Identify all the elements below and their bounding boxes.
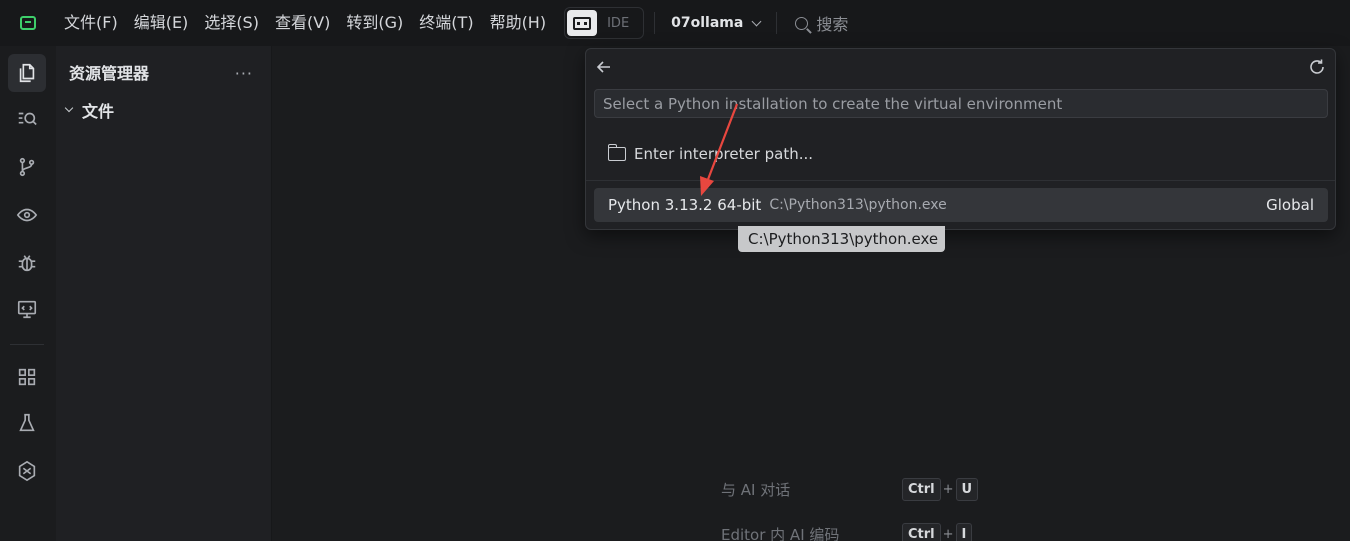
files-icon[interactable] [8,54,46,92]
menu-bar: 文件(F) 编辑(E) 选择(S) 查看(V) 转到(G) 终端(T) 帮助(H… [56,0,554,46]
key-badge: Ctrl [902,478,941,501]
shortcut-chat: 与 AI 对话 Ctrl + U [721,478,979,501]
menu-edit[interactable]: 编辑(E) [126,0,197,46]
folder-icon [607,144,626,161]
preview-icon[interactable] [8,196,46,234]
explorer-sidebar: 资源管理器 ··· 文件 [56,46,272,541]
python-interpreter-option[interactable]: Python 3.13.2 64-bit C:\Python313\python… [594,188,1328,222]
quick-pick-divider [586,180,1335,181]
enter-interpreter-path-option[interactable]: Enter interpreter path... [607,144,814,163]
app-logo-icon [0,0,56,46]
folder-name: 文件 [82,102,115,121]
debug-icon[interactable] [8,244,46,282]
sidebar-title: 资源管理器 [69,64,150,83]
enter-path-label: Enter interpreter path... [634,145,814,163]
menu-help[interactable]: 帮助(H) [482,0,555,46]
folder-tree-item[interactable]: 文件 [64,98,114,122]
shortcut-label: Editor 内 AI 编码 [721,526,840,541]
titlebar-divider [654,12,656,34]
mode-switch: IDE [564,7,645,39]
menu-go[interactable]: 转到(G) [338,0,411,46]
workspace-name: 07ollama [671,15,744,31]
activity-bar [0,46,54,541]
interpreter-label: Python 3.13.2 64-bit [608,196,762,214]
ide-mode-button[interactable]: IDE [597,16,641,31]
key-badge: Ctrl [902,523,941,541]
interpreter-path: C:\Python313\python.exe [769,197,947,213]
key-badge: U [955,478,979,501]
more-icon[interactable]: ··· [235,64,253,83]
key-plus: + [942,527,954,541]
quick-pick: Enter interpreter path... Python 3.13.2 … [585,48,1336,230]
search-icon [795,16,809,30]
extensions-icon[interactable] [8,358,46,396]
shortcut-label: 与 AI 对话 [721,481,791,499]
source-control-icon[interactable] [8,148,46,186]
global-search[interactable]: 搜索 [787,11,848,35]
builder-mode-button[interactable] [567,10,598,36]
search-icon[interactable] [8,100,46,138]
search-label: 搜索 [816,15,849,34]
refresh-icon[interactable] [1307,57,1327,77]
title-bar: 文件(F) 编辑(E) 选择(S) 查看(V) 转到(G) 终端(T) 帮助(H… [0,0,1350,46]
menu-selection[interactable]: 选择(S) [196,0,267,46]
shortcut-inline-ai: Editor 内 AI 编码 Ctrl + I [721,523,973,541]
chevron-down-icon [64,103,74,113]
key-plus: + [942,482,954,497]
titlebar-divider [776,12,778,34]
remote-icon[interactable] [8,290,46,328]
menu-view[interactable]: 查看(V) [267,0,338,46]
builder-mode-icon [573,16,592,30]
chevron-down-icon [751,16,762,26]
menu-file[interactable]: 文件(F) [56,0,126,46]
interpreter-search-input[interactable] [594,89,1328,118]
interpreter-scope: Global [1266,196,1314,214]
key-badge: I [955,523,973,541]
testing-icon[interactable] [8,404,46,442]
back-arrow-icon[interactable] [594,57,614,77]
workspace-selector[interactable]: 07ollama [665,15,766,31]
ai-icon[interactable] [8,452,46,490]
activity-divider [10,344,44,345]
path-tooltip: C:\Python313\python.exe [738,226,945,252]
menu-terminal[interactable]: 终端(T) [411,0,481,46]
